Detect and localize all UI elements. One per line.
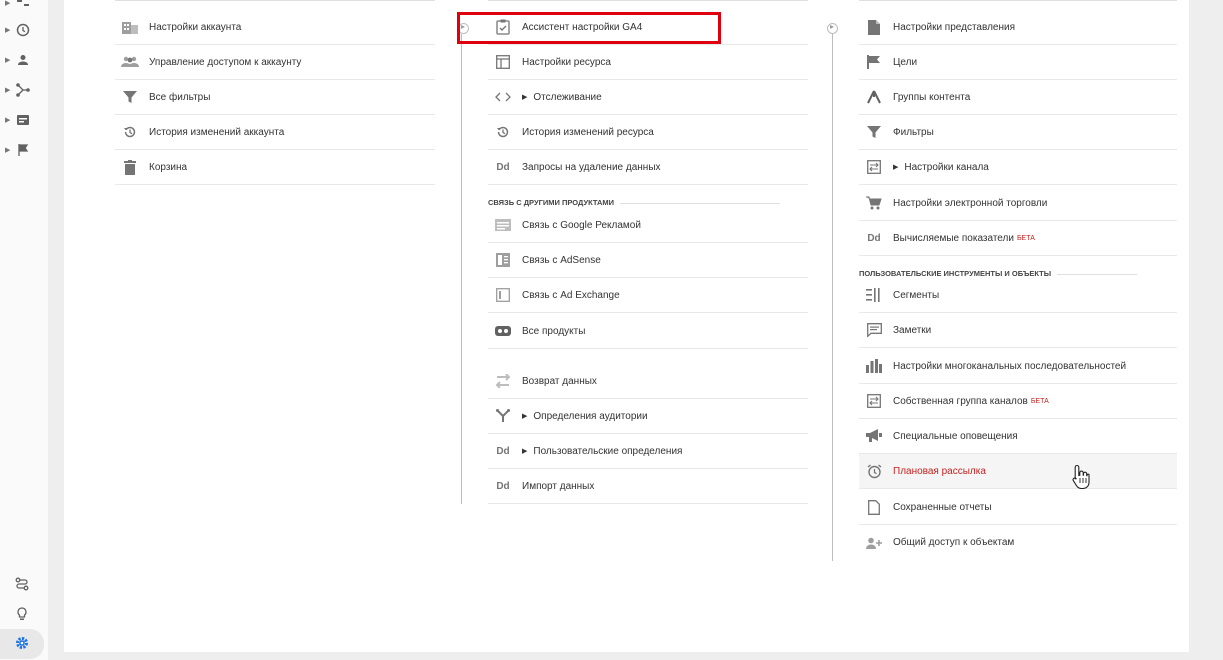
segments-icon [865, 286, 883, 304]
dd-icon: Dd [496, 445, 510, 457]
annotations[interactable]: Заметки [859, 313, 1177, 348]
property-change-history[interactable]: История изменений ресурса [488, 115, 808, 150]
nav-realtime[interactable]: ▶ [0, 15, 48, 45]
account-settings[interactable]: Настройки аккаунта [115, 10, 435, 45]
view-filters[interactable]: Фильтры [859, 115, 1177, 150]
layout-icon [494, 53, 512, 71]
multi-channel-funnels-settings[interactable]: Настройки многоканальных последовательно… [859, 349, 1177, 384]
hand-cursor-icon [1072, 464, 1090, 490]
share-user-icon [865, 534, 883, 552]
google-ads-linking[interactable]: Связь с Google Рекламой [488, 208, 808, 243]
account-access-management[interactable]: Управление доступом к аккаунту [115, 45, 435, 80]
custom-channel-grouping[interactable]: Собственная группа каналов БЕТА [859, 384, 1177, 419]
gear-icon [16, 637, 28, 649]
dd-icon: Dd [867, 232, 881, 244]
cart-icon [865, 194, 883, 212]
beta-badge: БЕТА [1030, 397, 1049, 405]
segments[interactable]: Сегменты [859, 278, 1177, 313]
content-group-icon [865, 88, 883, 106]
account-trash[interactable]: Корзина [115, 150, 435, 185]
swap-icon [494, 372, 512, 390]
notes-icon [865, 321, 883, 339]
left-nav: ▶ ▶ ▶ ▶ ▶ ▶ [0, 0, 48, 660]
nav-conversions[interactable]: ▶ [0, 135, 48, 165]
all-products[interactable]: Все продукты [488, 314, 808, 349]
data-import[interactable]: Dd Импорт данных [488, 469, 808, 504]
tracking-info[interactable]: ▶ Отслеживание [488, 80, 808, 115]
document-icon [865, 18, 883, 36]
people-icon [121, 53, 139, 71]
adsense-icon [494, 251, 512, 269]
megaphone-icon [865, 427, 883, 445]
ad-exchange-linking[interactable]: Связь с Ad Exchange [488, 278, 808, 313]
audience-definitions[interactable]: ▶ Определения аудитории [488, 399, 808, 434]
filter-icon [121, 88, 139, 106]
bars-icon [865, 357, 883, 375]
route-icon [15, 577, 29, 591]
dd-icon: Dd [496, 161, 510, 173]
channel-settings[interactable]: ▶ Настройки канала [859, 150, 1177, 185]
dd-icon: Dd [496, 480, 510, 492]
nav-discover[interactable] [0, 600, 48, 630]
history-icon [121, 123, 139, 141]
saved-reports[interactable]: Сохраненные отчеты [859, 490, 1177, 525]
beta-badge: БЕТА [1016, 234, 1035, 242]
scheduled-emails[interactable]: Плановая рассылка [859, 454, 1177, 489]
channel-group-icon [865, 392, 883, 410]
acquisition-icon [16, 83, 30, 97]
custom-alerts[interactable]: Специальные оповещения [859, 419, 1177, 454]
calculated-metrics[interactable]: Dd Вычисляемые показатели БЕТА [859, 221, 1177, 256]
adsense-linking[interactable]: Связь с AdSense [488, 243, 808, 278]
nav-acquisition[interactable]: ▶ [0, 75, 48, 105]
expand-caret-icon: ▶ [893, 164, 899, 171]
flag-icon [865, 53, 883, 71]
custom-definitions[interactable]: Dd ▶ Пользовательские определения [488, 434, 808, 469]
account-change-history[interactable]: История изменений аккаунта [115, 115, 435, 150]
goals[interactable]: Цели [859, 45, 1177, 80]
nav-admin[interactable] [0, 629, 44, 659]
person-icon [18, 55, 28, 65]
data-deletion-requests[interactable]: Dd Запросы на удаление данных [488, 150, 808, 185]
admin-panel: Настройки аккаунта Управление доступом к… [64, 0, 1189, 652]
property-settings[interactable]: Настройки ресурса [488, 45, 808, 80]
adexchange-icon [494, 286, 512, 304]
ecommerce-settings[interactable]: Настройки электронной торговли [859, 186, 1177, 221]
flag-icon [18, 144, 29, 156]
nav-audience[interactable]: ▶ [0, 45, 48, 75]
history-icon [494, 123, 512, 141]
personal-tools-section: ПОЛЬЗОВАТЕЛЬСКИЕ ИНСТРУМЕНТЫ И ОБЪЕКТЫ [859, 269, 1138, 278]
expand-caret-icon: ▶ [522, 413, 528, 420]
channel-icon [865, 158, 883, 176]
highlight-box [457, 12, 721, 44]
data-retention[interactable]: Возврат данных [488, 364, 808, 399]
behavior-icon [17, 115, 29, 125]
nav-behavior[interactable]: ▶ [0, 105, 48, 135]
filter-icon [865, 123, 883, 141]
share-assets[interactable]: Общий доступ к объектам [859, 525, 1177, 560]
product-linking-section: СВЯЗЬ С ДРУГИМИ ПРОДУКТАМИ [488, 198, 781, 207]
content-grouping[interactable]: Группы контента [859, 80, 1177, 115]
column-arrow [827, 22, 838, 34]
products-icon [494, 322, 512, 340]
trash-icon [121, 158, 139, 176]
account-all-filters[interactable]: Все фильтры [115, 80, 435, 115]
audience-icon [494, 407, 512, 425]
expand-caret-icon: ▶ [522, 94, 528, 101]
lightbulb-icon [17, 607, 27, 620]
clock-icon [16, 23, 30, 37]
nav-attribution[interactable] [0, 570, 48, 600]
expand-caret-icon: ▶ [522, 448, 528, 455]
alarm-icon [865, 462, 883, 480]
dashboard-icon [17, 0, 29, 6]
building-icon [121, 18, 139, 36]
saved-report-icon [865, 498, 883, 516]
code-icon [494, 88, 512, 106]
view-settings[interactable]: Настройки представления [859, 10, 1177, 45]
ads-icon [494, 216, 512, 234]
